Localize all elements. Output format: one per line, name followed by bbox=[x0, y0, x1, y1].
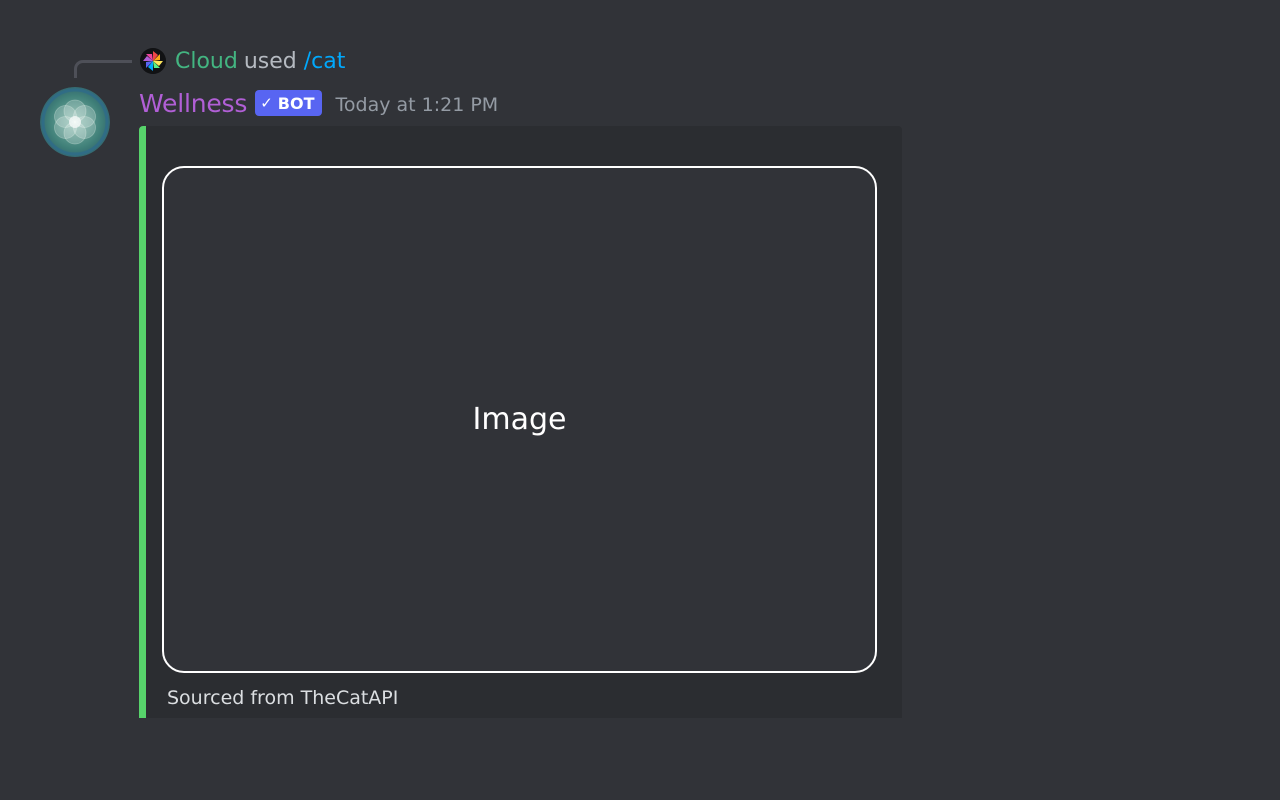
reply-reference[interactable]: Cloud used /cat bbox=[140, 46, 345, 76]
reply-used-text: used bbox=[243, 48, 297, 74]
reply-spine bbox=[74, 60, 132, 78]
reply-username[interactable]: Cloud bbox=[175, 49, 238, 74]
embed-image-label: Image bbox=[472, 402, 567, 437]
message-timestamp[interactable]: Today at 1:21 PM bbox=[336, 94, 499, 116]
check-icon: ✓ bbox=[260, 94, 273, 112]
message-header: Wellness ✓ BOT Today at 1:21 PM bbox=[139, 86, 498, 120]
embed-image[interactable]: Image bbox=[162, 166, 877, 673]
message-username[interactable]: Wellness bbox=[139, 89, 247, 118]
pinwheel-icon[interactable] bbox=[140, 48, 166, 74]
chat-view: Cloud used /cat Wellness ✓ BOT Today at … bbox=[0, 0, 1280, 800]
flower-of-life-icon[interactable] bbox=[40, 87, 110, 157]
bot-badge: ✓ BOT bbox=[255, 90, 322, 116]
reply-command[interactable]: /cat bbox=[304, 49, 346, 74]
embed-accent-bar bbox=[139, 126, 146, 718]
bot-badge-label: BOT bbox=[277, 93, 315, 113]
embed-footer: Sourced from TheCatAPI bbox=[167, 687, 399, 709]
message-embed: Image Sourced from TheCatAPI bbox=[139, 126, 902, 718]
